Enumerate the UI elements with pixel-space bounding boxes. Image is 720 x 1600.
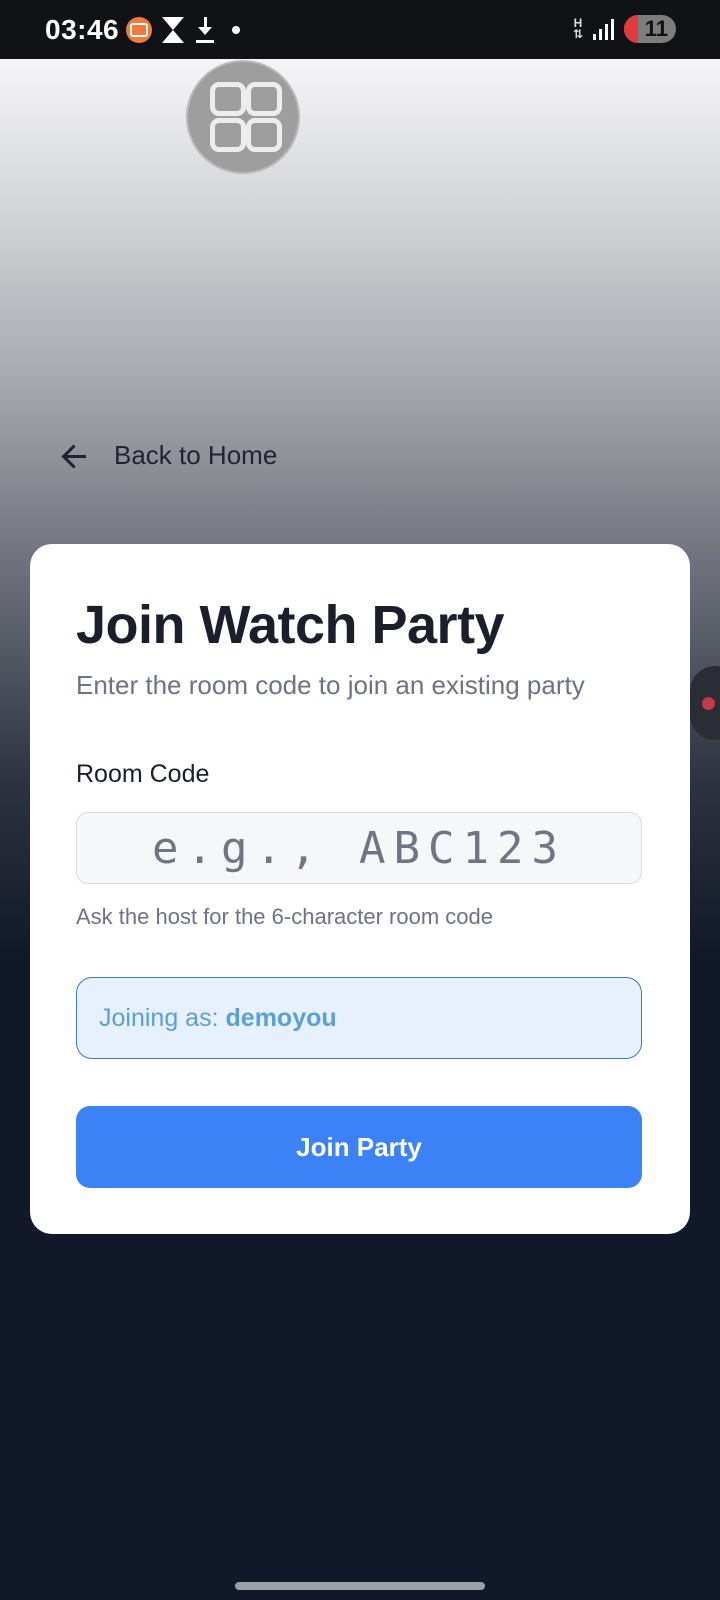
arrow-left-icon (60, 442, 88, 470)
record-dot-icon (702, 697, 715, 710)
joining-as-label: Joining as: (99, 1003, 219, 1032)
network-type-label: H (573, 16, 583, 30)
download-icon (194, 17, 216, 43)
page-title: Join Watch Party (76, 595, 505, 655)
joining-as-info: Joining as: demoyou (76, 977, 642, 1059)
dot-icon (232, 26, 240, 34)
back-to-home-link[interactable]: Back to Home (60, 440, 277, 471)
battery-level: 11 (644, 16, 668, 41)
join-party-button[interactable]: Join Party (76, 1106, 642, 1188)
battery-icon: 11 (624, 15, 676, 43)
hourglass-icon (162, 17, 184, 43)
room-code-label: Room Code (76, 760, 210, 788)
status-time: 03:46 (45, 14, 120, 45)
edge-panel-handle[interactable] (690, 666, 720, 740)
status-bar: 03:46 H ⇅ 11 (0, 0, 720, 59)
join-party-card: Join Watch Party Enter the room code to … (30, 544, 690, 1234)
home-indicator[interactable] (235, 1582, 485, 1590)
room-code-input[interactable] (76, 812, 642, 884)
back-label: Back to Home (114, 440, 278, 470)
app-grid-icon[interactable] (186, 60, 300, 174)
network-icon: H ⇅ (572, 16, 583, 41)
screen-recorder-icon (126, 17, 152, 43)
notification-icons (126, 17, 240, 43)
signal-icon (593, 18, 614, 40)
username: demoyou (225, 1003, 337, 1032)
room-code-hint: Ask the host for the 6-character room co… (76, 904, 493, 929)
system-icons: H ⇅ 11 (573, 15, 676, 43)
page-subtitle: Enter the room code to join an existing … (76, 670, 585, 700)
